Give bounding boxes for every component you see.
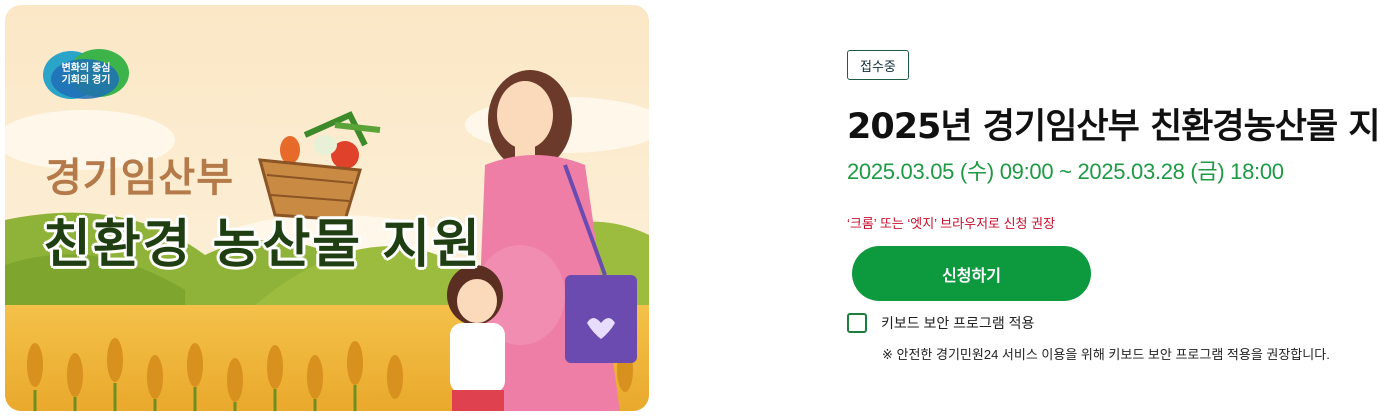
banner-image: 변화의 중심 기회의 경기 경기임산부 친환경 농산물 지원 xyxy=(5,5,649,411)
status-badge: 접수중 xyxy=(847,50,909,80)
banner-title-line2: 친환경 농산물 지원 xyxy=(43,215,482,275)
browser-recommendation: ‘크롬’ 또는 ‘엣지’ 브라우저로 신청 권장 xyxy=(847,216,1056,231)
keyboard-security-note: ※ 안전한 경기민원24 서비스 이용을 위해 키보드 보안 프로그램 적용을 … xyxy=(882,347,1330,362)
application-period: 2025.03.05 (수) 09:00 ~ 2025.03.28 (금) 18… xyxy=(847,159,1284,184)
program-info-panel: 접수중 2025년 경기임산부 친환경농산물 지원 2025.03.05 (수)… xyxy=(847,0,1380,417)
gyeonggi-logo: 변화의 중심 기회의 경기 xyxy=(41,49,131,101)
keyboard-security-label[interactable]: 키보드 보안 프로그램 적용 xyxy=(881,313,1034,333)
program-title: 2025년 경기임산부 친환경농산물 지원 xyxy=(847,107,1380,147)
logo-text: 변화의 중심 기회의 경기 xyxy=(41,49,131,101)
logo-line1: 변화의 중심 xyxy=(61,63,111,74)
keyboard-security-checkbox[interactable] xyxy=(847,313,867,333)
keyboard-security-option[interactable]: 키보드 보안 프로그램 적용 xyxy=(847,313,1034,333)
logo-line2: 기회의 경기 xyxy=(61,75,111,86)
apply-button[interactable]: 신청하기 xyxy=(852,246,1091,301)
banner-title-line1: 경기임산부 xyxy=(45,155,234,201)
